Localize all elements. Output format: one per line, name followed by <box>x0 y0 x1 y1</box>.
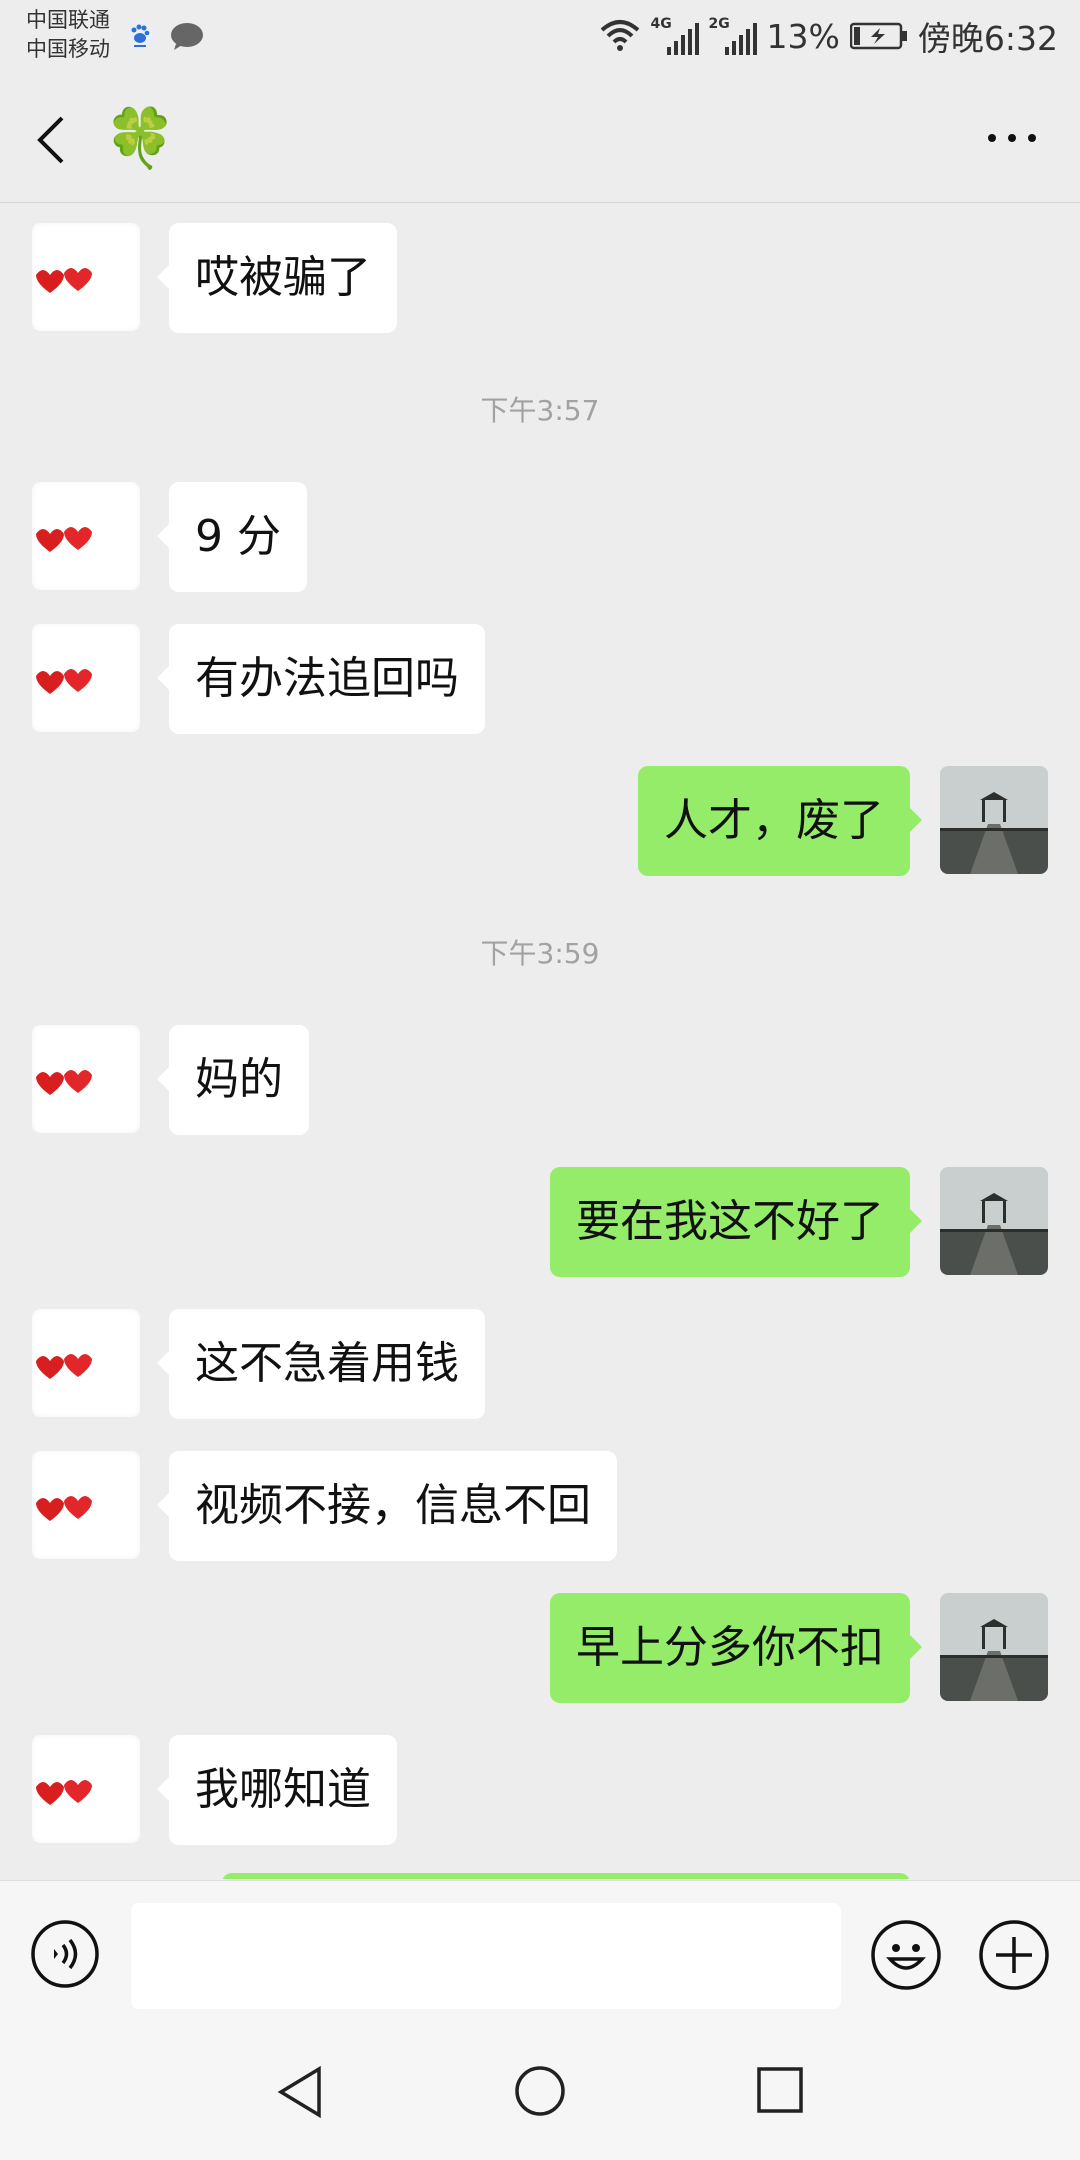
pier-photo-icon <box>940 766 1048 874</box>
system-nav-bar <box>0 2020 1080 2160</box>
carrier-unicom: 中国联通 <box>26 8 110 32</box>
message-bubble-outgoing[interactable]: 要在我这不好了 <box>550 1167 922 1277</box>
carrier-mobile: 中国移动 <box>26 37 110 61</box>
hearts-icon <box>36 1496 92 1521</box>
baidu-paw-icon <box>127 22 153 48</box>
network-2g-label: 2G <box>708 16 730 32</box>
message-row: 妈的 <box>0 1025 1080 1135</box>
hearts-icon <box>36 1354 92 1379</box>
hearts-icon <box>36 1070 92 1095</box>
my-avatar[interactable] <box>940 1593 1048 1701</box>
message-row: 视频不接，信息不回 <box>0 1451 1080 1561</box>
hearts-icon <box>36 527 92 552</box>
hearts-icon <box>36 669 92 694</box>
voice-input-icon[interactable] <box>30 1919 100 1989</box>
pier-photo-icon <box>940 1167 1048 1275</box>
emoji-icon[interactable] <box>870 1919 942 1991</box>
message-bubble-outgoing[interactable]: 人才，废了 <box>638 766 922 876</box>
chat-title: 🍀 <box>104 104 177 172</box>
back-arrow-icon[interactable] <box>30 112 76 168</box>
message-row: 哎被骗了 <box>0 223 1080 333</box>
contact-avatar[interactable] <box>32 624 140 732</box>
message-timestamp: 下午3:57 <box>480 394 600 427</box>
more-options-icon[interactable] <box>984 128 1040 148</box>
contact-avatar[interactable] <box>32 1025 140 1133</box>
message-bubble-outgoing-partial[interactable] <box>222 1873 910 1879</box>
message-bubble-incoming[interactable]: 这不急着用钱 <box>157 1309 485 1419</box>
message-row: 有办法追回吗 <box>0 624 1080 734</box>
message-row: 人才，废了 <box>0 766 1080 876</box>
battery-charging-icon <box>849 22 907 50</box>
contact-avatar[interactable] <box>32 482 140 590</box>
message-input[interactable] <box>131 1903 841 2009</box>
contact-avatar[interactable] <box>32 1735 140 1843</box>
chat-notification-icon <box>171 23 203 50</box>
message-row: 9 分 <box>0 482 1080 592</box>
message-bubble-incoming[interactable]: 9 分 <box>157 482 307 592</box>
chat-header: 🍀 <box>0 72 1080 203</box>
carrier-labels: 中国联通 中国移动 <box>26 6 110 64</box>
message-bubble-incoming[interactable]: 哎被骗了 <box>157 223 397 333</box>
plus-icon[interactable] <box>978 1919 1050 1991</box>
status-right: 4G 2G 13% 傍晚6:32 <box>599 12 1058 60</box>
signal-4g-icon: 4G <box>651 17 699 55</box>
nav-recent-apps-icon[interactable] <box>756 2066 804 2114</box>
message-bubble-incoming[interactable]: 妈的 <box>157 1025 309 1135</box>
network-4g-label: 4G <box>650 16 672 32</box>
nav-home-icon[interactable] <box>513 2064 567 2118</box>
contact-avatar[interactable] <box>32 223 140 331</box>
pier-photo-icon <box>940 1593 1048 1701</box>
battery-percent: 13% <box>766 16 840 56</box>
my-avatar[interactable] <box>940 1167 1048 1275</box>
message-list[interactable]: 哎被骗了 下午3:57 9 分 有办法追回吗 人才，废了 下午3:59 妈的 要… <box>0 203 1080 1879</box>
message-bubble-incoming[interactable]: 我哪知道 <box>157 1735 397 1845</box>
input-bar <box>0 1880 1080 2021</box>
wifi-icon <box>600 20 639 51</box>
hearts-icon <box>36 268 92 293</box>
message-bubble-outgoing[interactable]: 早上分多你不扣 <box>550 1593 922 1703</box>
signal-2g-icon: 2G <box>709 17 757 55</box>
hearts-icon <box>36 1780 92 1805</box>
contact-avatar[interactable] <box>32 1309 140 1417</box>
my-avatar[interactable] <box>940 766 1048 874</box>
nav-back-icon[interactable] <box>275 2065 325 2119</box>
message-row: 早上分多你不扣 <box>0 1593 1080 1703</box>
message-row: 要在我这不好了 <box>0 1167 1080 1277</box>
message-bubble-incoming[interactable]: 有办法追回吗 <box>157 624 485 734</box>
message-row: 我哪知道 <box>0 1735 1080 1845</box>
message-bubble-incoming[interactable]: 视频不接，信息不回 <box>157 1451 617 1561</box>
message-row: 这不急着用钱 <box>0 1309 1080 1419</box>
message-timestamp: 下午3:59 <box>480 937 600 970</box>
status-bar: 中国联通 中国移动 4G 2G 13% 傍晚6:32 <box>0 0 1080 72</box>
contact-avatar[interactable] <box>32 1451 140 1559</box>
clock: 傍晚6:32 <box>917 19 1058 58</box>
